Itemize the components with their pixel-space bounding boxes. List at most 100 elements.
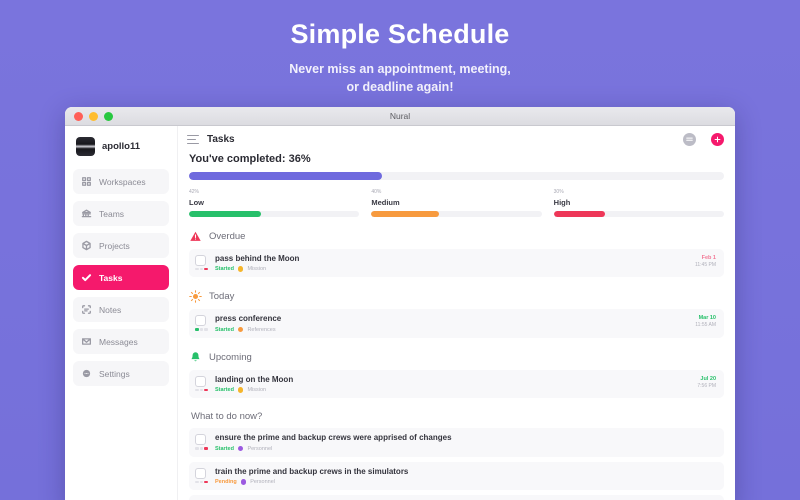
section-title: Upcoming (209, 351, 252, 363)
section-header: Overdue (189, 230, 724, 243)
sidebar-item-messages[interactable]: Messages (73, 329, 169, 354)
task-body: ensure the prime and backup crews were a… (215, 433, 716, 452)
workspace-brand[interactable]: apollo11 (73, 135, 169, 156)
task-due-time: 7:56 PM (697, 382, 716, 389)
task-status: Started (215, 266, 234, 272)
task-row[interactable]: Launch and fly to lunar orbitStartedMiss… (189, 495, 724, 500)
envelope-icon (81, 336, 92, 347)
task-meta: Started Mission (215, 266, 687, 272)
priority-progress-track (553, 210, 724, 217)
sidebar-item-teams[interactable]: Teams (73, 201, 169, 226)
sidebar-item-workspaces[interactable]: Workspaces (73, 169, 169, 194)
task-tag-dot-icon (237, 326, 244, 333)
task-status: Started (215, 445, 234, 452)
task-meta: Started Personnel (215, 446, 716, 452)
workspace-name: apollo11 (102, 141, 141, 152)
task-body: train the prime and backup crews in the … (215, 467, 716, 486)
task-due-time: 11:55 AM (695, 322, 716, 329)
task-body: pass behind the Moon Started Mission (215, 254, 687, 273)
sidebar-nav: Workspaces Teams Projects Tasks Notes Message… (73, 169, 169, 386)
priority-high: 30% High (553, 189, 724, 217)
task-tag-name: Personnel (250, 479, 275, 485)
task-meta: Pending Personnel (215, 479, 716, 485)
task-tag-name: Mission (247, 266, 267, 272)
task-left-controls (195, 315, 208, 331)
task-checkbox[interactable] (195, 467, 206, 479)
promo-subtitle-line-2: or deadline again! (346, 80, 454, 95)
priority-pip (204, 388, 208, 391)
task-row[interactable]: pass behind the Moon Started Mission Feb 11… (189, 248, 724, 277)
task-row[interactable]: train the prime and backup crews in the … (189, 461, 724, 490)
task-title: ensure the prime and backup crews were a… (215, 433, 452, 442)
sidebar-item-label: Tasks (99, 272, 123, 283)
priority-percent: 40% (371, 189, 382, 195)
hamburger-icon[interactable] (187, 134, 199, 145)
task-title: pass behind the Moon (215, 253, 300, 263)
check-icon (81, 272, 92, 283)
task-tag-name: Personnel (247, 445, 273, 452)
priority-low: 42% Low (189, 190, 360, 217)
task-priority-indicator (195, 388, 208, 391)
task-body: press conference Started References (215, 314, 687, 333)
promo-title: Simple Schedule (290, 19, 510, 49)
priority-progress-fill (553, 210, 605, 217)
apollo-logo-icon (76, 137, 95, 156)
sidebar-item-label: Settings (99, 368, 130, 379)
sidebar-item-label: Teams (99, 208, 125, 219)
task-row[interactable]: press conference Started References Mar 10 1… (189, 309, 724, 338)
task-priority-indicator (195, 267, 208, 270)
task-due: Mar 10 11:55 AM (687, 314, 716, 330)
priority-pip (204, 328, 208, 331)
task-meta: Started References (215, 327, 687, 333)
task-checkbox[interactable] (195, 434, 206, 445)
task-status: Started (215, 387, 234, 393)
priority-pip (199, 480, 203, 483)
main-panel: Tasks You've completed: 36% 42% Low 40% … (178, 126, 735, 500)
sidebar-item-label: Workspaces (99, 176, 146, 187)
task-row[interactable]: ensure the prime and backup crews were a… (189, 428, 724, 457)
sidebar-item-tasks[interactable]: Tasks (73, 265, 169, 290)
task-due-date: Feb 1 (701, 254, 716, 261)
priority-pip (204, 267, 208, 270)
task-row[interactable]: landing on the Moon Started Mission Jul 20 7… (189, 369, 724, 398)
task-tag-dot-icon (237, 445, 244, 452)
task-tag-dot-icon (237, 387, 244, 393)
task-checkbox[interactable] (195, 315, 206, 326)
team-icon (81, 208, 92, 219)
task-sections: Overdue pass behind the Moon Started Missio… (189, 230, 724, 500)
task-tag-name: References (247, 326, 276, 333)
sidebar-item-settings[interactable]: Settings (73, 361, 169, 386)
sidebar: apollo11 Workspaces Teams Projects Tasks Not… (65, 126, 178, 500)
priority-name: High (553, 197, 571, 207)
section-title: Overdue (209, 230, 246, 242)
priority-breakdown: 42% Low 40% Medium 30% High (189, 190, 724, 217)
sidebar-item-label: Notes (99, 304, 122, 315)
task-left-controls (195, 434, 208, 450)
filter-icon[interactable] (683, 133, 696, 146)
promo-subtitle: Never miss an appointment, meeting, or d… (0, 61, 800, 97)
priority-percent: 30% (553, 189, 564, 195)
completed-progress: You've completed: 36% (189, 153, 724, 180)
priority-progress-fill (189, 210, 261, 217)
main-content: You've completed: 36% 42% Low 40% Medium 30%… (178, 153, 735, 500)
task-priority-indicator (195, 328, 208, 331)
priority-pip (199, 267, 203, 270)
task-tag-dot-icon (237, 266, 244, 272)
app-window: Nural apollo11 Workspaces Teams Projects Ta… (65, 107, 735, 500)
task-checkbox[interactable] (195, 375, 206, 387)
priority-progress-track (371, 210, 542, 217)
task-tag-dot-icon (240, 479, 247, 485)
task-checkbox[interactable] (195, 254, 206, 266)
promo-header: Simple Schedule Never miss an appointmen… (0, 0, 800, 97)
section-header: What to do now? (189, 411, 724, 422)
priority-pip (204, 447, 208, 450)
plus-icon[interactable] (711, 133, 724, 146)
completed-progress-fill (189, 172, 382, 180)
priority-medium: 40% Medium (371, 189, 542, 217)
sidebar-item-notes[interactable]: Notes (73, 297, 169, 322)
sidebar-item-projects[interactable]: Projects (73, 233, 169, 258)
priority-name: Medium (371, 197, 400, 207)
task-title: train the prime and backup crews in the … (215, 466, 409, 476)
window-body: apollo11 Workspaces Teams Projects Tasks Not… (65, 126, 735, 500)
priority-pip (199, 447, 203, 450)
